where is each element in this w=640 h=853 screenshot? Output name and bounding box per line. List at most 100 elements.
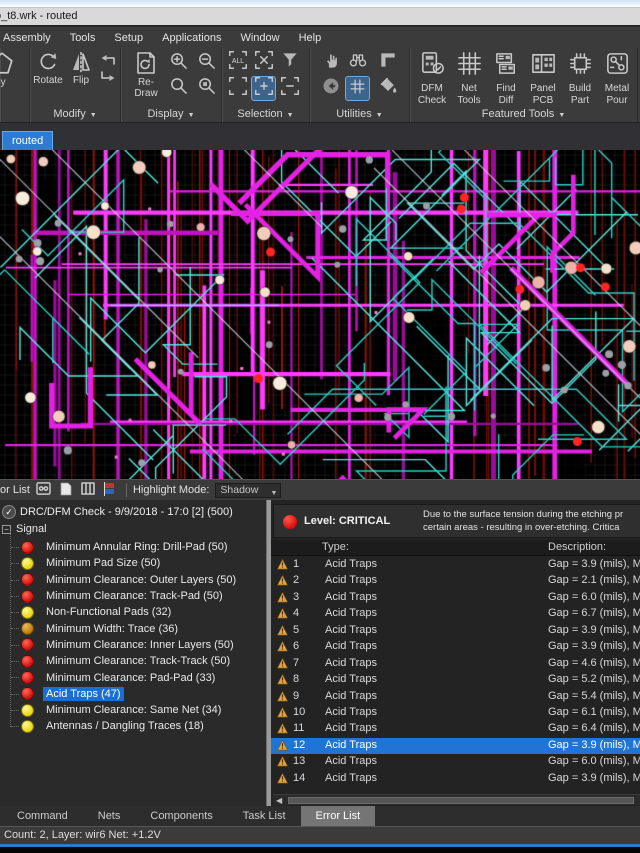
- find-button[interactable]: [346, 51, 369, 74]
- error-category-label: Non-Functional Pads (32): [46, 606, 172, 619]
- menu-item[interactable]: Applications: [162, 32, 221, 44]
- bottom-tab[interactable]: Command: [2, 806, 83, 826]
- drc-check-node[interactable]: ✓ DRC/DFM Check - 9/9/2018 - 17:0 [2] (5…: [2, 505, 233, 519]
- metal-pour-button[interactable]: Metal Pour: [599, 50, 635, 106]
- error-description: Gap = 3.9 (mils), Min: [548, 640, 640, 653]
- menu-item[interactable]: Setup: [114, 32, 143, 44]
- find-diff-button[interactable]: Find Diff: [488, 50, 524, 106]
- error-category-label: Minimum Clearance: Same Net (34): [46, 704, 222, 717]
- error-row[interactable]: 8 Acid Traps Gap = 5.2 (mils), Min: [271, 672, 640, 688]
- error-category[interactable]: Minimum Clearance: Pad-Pad (33): [0, 669, 266, 685]
- error-type: Acid Traps: [325, 640, 377, 653]
- flip-button[interactable]: Flip: [67, 50, 95, 86]
- menu-item[interactable]: Help: [299, 32, 322, 44]
- select-remove-button[interactable]: [278, 77, 301, 100]
- warning-icon: [277, 723, 288, 737]
- highlight-mode-select[interactable]: Shadow ▼: [215, 482, 282, 498]
- error-row[interactable]: 7 Acid Traps Gap = 4.6 (mils), Min: [271, 656, 640, 672]
- dfm-check-button[interactable]: DFM Check: [414, 50, 450, 106]
- error-row[interactable]: 4 Acid Traps Gap = 6.7 (mils), Min: [271, 606, 640, 622]
- select-all-button[interactable]: ALL: [226, 51, 249, 74]
- utilities-group-dropdown[interactable]: Utilities ▼: [310, 108, 409, 120]
- panel-title: or List: [0, 484, 30, 496]
- zoom-in-button[interactable]: [167, 51, 190, 74]
- error-category[interactable]: Minimum Clearance: Same Net (34): [0, 702, 266, 718]
- featured-tools-group-dropdown[interactable]: Featured Tools ▼: [410, 108, 637, 120]
- critical-level-icon: [283, 515, 297, 529]
- error-category[interactable]: Acid Traps (47): [0, 686, 266, 702]
- error-type: Acid Traps: [325, 738, 377, 751]
- error-row[interactable]: 1 Acid Traps Gap = 3.9 (mils), Min: [271, 557, 640, 573]
- deselect-all-button[interactable]: [252, 51, 275, 74]
- warning-icon: [277, 558, 288, 573]
- rotate-button[interactable]: Rotate: [32, 50, 64, 86]
- signal-group-node[interactable]: − Signal: [2, 523, 47, 535]
- bottom-tab[interactable]: Task List: [228, 806, 301, 826]
- error-row[interactable]: 6 Acid Traps Gap = 3.9 (mils), Min: [271, 639, 640, 655]
- modify-group-dropdown[interactable]: Modify ▼: [30, 108, 120, 120]
- title-bar: o_t8.wrk - routed: [0, 8, 640, 25]
- back-button[interactable]: [319, 77, 342, 100]
- bottom-tab[interactable]: Error List: [300, 806, 376, 826]
- undo-redo-buttons[interactable]: [98, 52, 118, 86]
- selection-group-dropdown[interactable]: Selection ▼: [222, 108, 309, 120]
- description-column-header[interactable]: Description:: [548, 541, 606, 553]
- severity-icon: [21, 687, 34, 701]
- error-category[interactable]: Minimum Pad Size (50): [0, 555, 266, 571]
- pour-button[interactable]: [376, 77, 399, 100]
- error-row[interactable]: 2 Acid Traps Gap = 2.1 (mils), Min: [271, 573, 640, 589]
- error-type: Acid Traps: [325, 673, 377, 686]
- error-row[interactable]: 12 Acid Traps Gap = 3.9 (mils), Min: [271, 737, 640, 755]
- build-part-button[interactable]: Build Part: [562, 50, 598, 106]
- select-window-button[interactable]: [226, 77, 249, 100]
- bottom-tab[interactable]: Nets: [83, 806, 136, 826]
- menu-item[interactable]: Assembly: [3, 32, 51, 44]
- error-category-label: Antennas / Dangling Traces (18): [46, 720, 204, 733]
- tab-routed[interactable]: routed: [2, 131, 54, 150]
- panel-pcb-button[interactable]: Panel PCB: [525, 50, 561, 106]
- measure-button[interactable]: [376, 51, 399, 74]
- error-row[interactable]: 5 Acid Traps Gap = 3.9 (mils), Min: [271, 623, 640, 639]
- error-category[interactable]: Non-Functional Pads (32): [0, 604, 266, 620]
- error-category[interactable]: Minimum Clearance: Outer Layers (50): [0, 572, 266, 588]
- redraw-button[interactable]: Re- Draw: [129, 50, 163, 99]
- error-row[interactable]: 9 Acid Traps Gap = 5.4 (mils), Min: [271, 689, 640, 705]
- selection-filter-button[interactable]: [278, 51, 301, 74]
- error-category[interactable]: Minimum Clearance: Inner Layers (50): [0, 637, 266, 653]
- report-document-button[interactable]: [58, 482, 74, 498]
- error-row[interactable]: 11 Acid Traps Gap = 6.4 (mils), Min: [271, 721, 640, 737]
- net-tools-button[interactable]: Net Tools: [451, 50, 487, 106]
- error-row[interactable]: 13 Acid Traps Gap = 6.0 (mils), Min: [271, 754, 640, 770]
- zoom-window-button[interactable]: [167, 76, 190, 99]
- error-row[interactable]: 3 Acid Traps Gap = 6.0 (mils), Min: [271, 590, 640, 606]
- menu-item[interactable]: Window: [240, 32, 279, 44]
- error-category[interactable]: Minimum Clearance: Track-Pad (50): [0, 588, 266, 604]
- error-number: 1: [293, 558, 300, 570]
- flag-view-button[interactable]: [102, 481, 118, 498]
- pcb-canvas[interactable]: [0, 150, 640, 479]
- table-view-button[interactable]: [80, 482, 96, 498]
- error-category[interactable]: Minimum Annular Ring: Drill-Pad (50): [0, 539, 266, 555]
- display-group-dropdown[interactable]: Display ▼: [121, 108, 221, 120]
- error-category[interactable]: Antennas / Dangling Traces (18): [0, 718, 266, 734]
- error-row[interactable]: 14 Acid Traps Gap = 3.9 (mils), Min: [271, 771, 640, 787]
- error-category[interactable]: Minimum Width: Trace (36): [0, 620, 266, 636]
- error-category[interactable]: Minimum Clearance: Track-Track (50): [0, 653, 266, 669]
- scrollbar-thumb[interactable]: [288, 797, 634, 804]
- window-title: o_t8.wrk - routed: [0, 10, 78, 22]
- bottom-tab[interactable]: Components: [135, 806, 227, 826]
- type-column-header[interactable]: Type:: [322, 541, 349, 553]
- pick-button[interactable]: [319, 51, 342, 74]
- scroll-left-arrow-icon[interactable]: ◀: [276, 795, 282, 806]
- status-text: Count: 2, Layer: wir6 Net: +1.2V: [4, 829, 161, 841]
- grid-toggle-button[interactable]: [345, 76, 370, 101]
- zoom-selection-button[interactable]: [195, 76, 218, 99]
- horizontal-scrollbar[interactable]: ◀: [273, 794, 640, 805]
- zoom-out-button[interactable]: [195, 51, 218, 74]
- poly-button[interactable]: ly: [0, 50, 15, 88]
- menu-item[interactable]: Tools: [70, 32, 96, 44]
- export-report-button[interactable]: [36, 482, 52, 498]
- error-row[interactable]: 10 Acid Traps Gap = 6.1 (mils), Min: [271, 705, 640, 721]
- error-table: 1 Acid Traps Gap = 3.9 (mils), Min 2 Aci…: [271, 557, 640, 787]
- select-add-button[interactable]: [251, 76, 276, 101]
